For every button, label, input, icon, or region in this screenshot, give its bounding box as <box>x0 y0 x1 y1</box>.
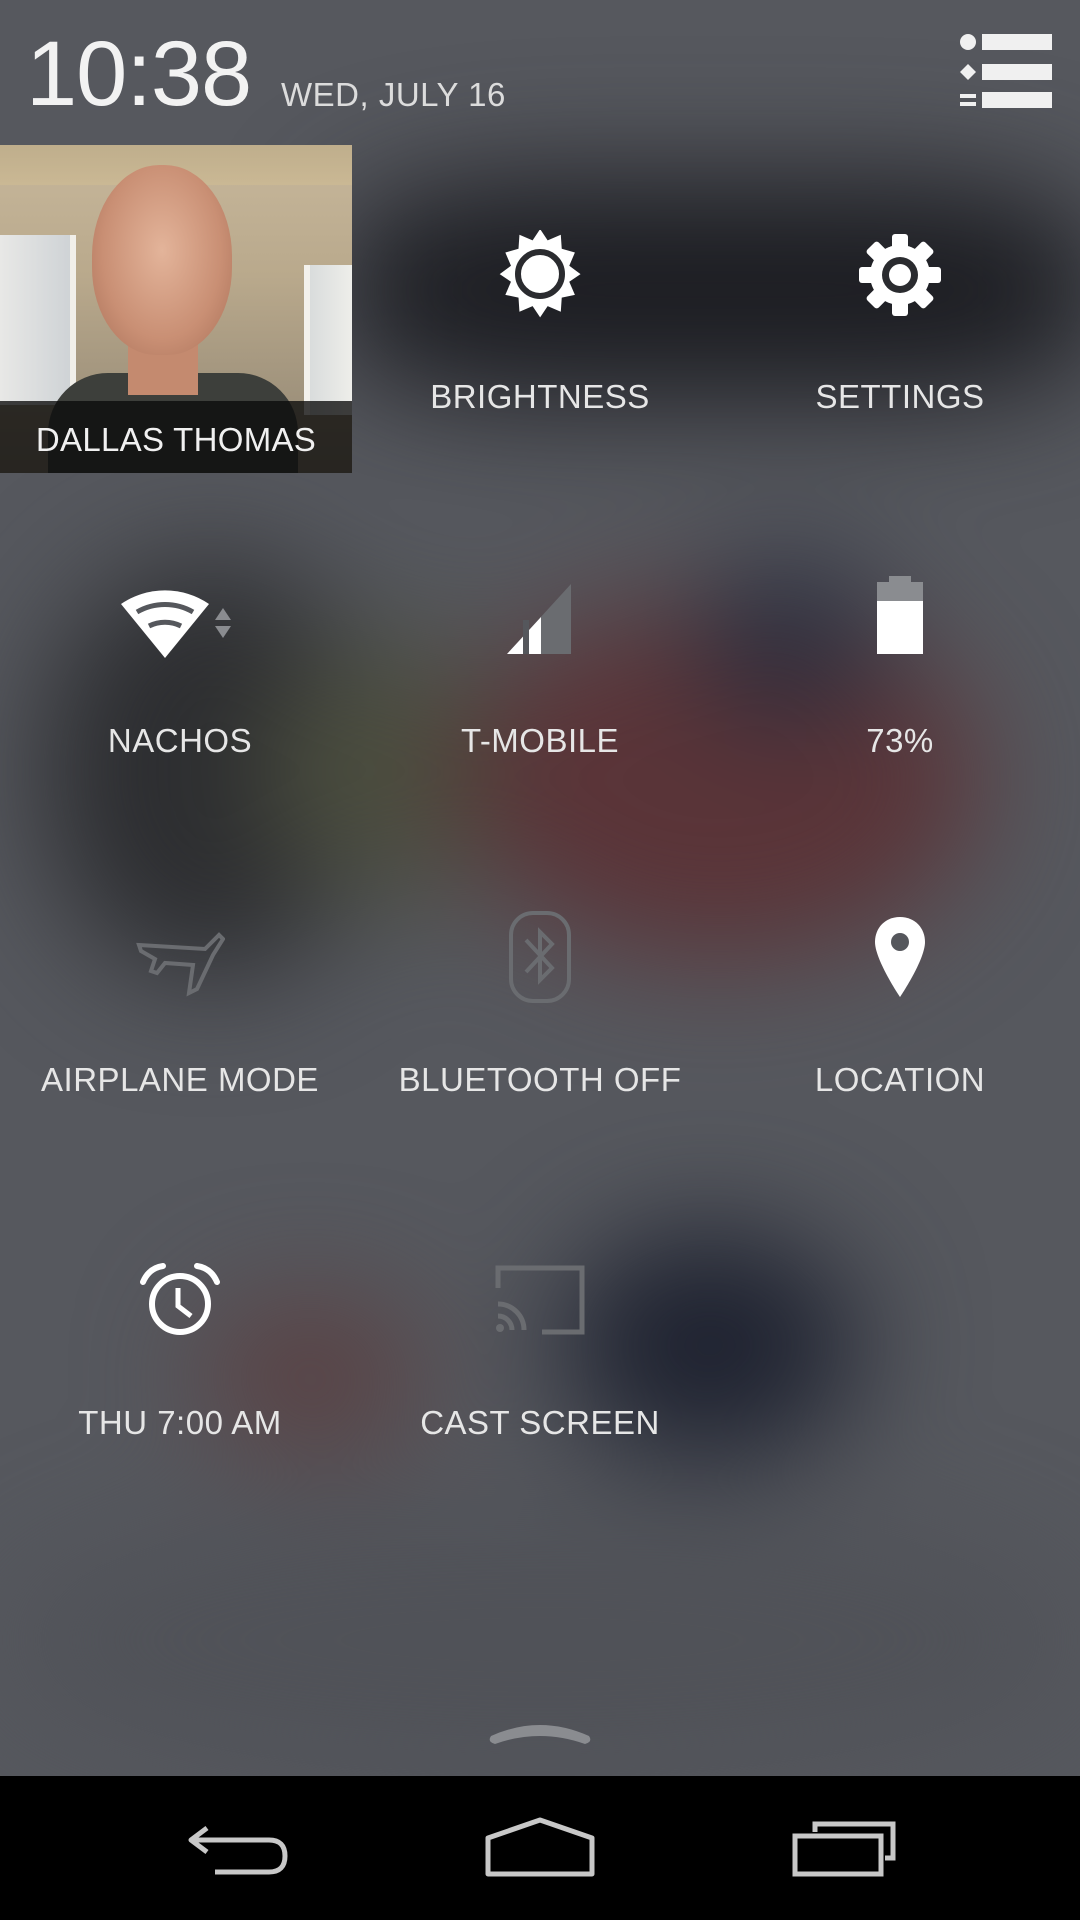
tile-cellular[interactable]: T-MOBILE <box>360 570 720 770</box>
tile-battery[interactable]: 73% <box>720 570 1080 770</box>
brightness-icon <box>499 230 581 318</box>
tile-label: BRIGHTNESS <box>430 378 650 415</box>
tile-label: THU 7:00 AM <box>78 1404 282 1441</box>
airplane-icon <box>136 932 225 997</box>
navigation-bar <box>0 1776 1080 1920</box>
notification-list-icon <box>960 34 1052 108</box>
tile-label: SETTINGS <box>815 378 985 415</box>
tile-bluetooth[interactable]: BLUETOOTH OFF <box>360 910 720 1110</box>
tile-label: BLUETOOTH OFF <box>398 1061 682 1098</box>
tile-label: CAST SCREEN <box>420 1404 660 1441</box>
tile-label: 73% <box>866 722 934 759</box>
tile-label: LOCATION <box>814 1061 986 1098</box>
bluetooth-icon <box>509 911 571 1003</box>
battery-icon <box>877 576 923 654</box>
status-header: 10:38 WED, JULY 16 <box>0 0 1080 140</box>
back-button[interactable] <box>140 1776 340 1920</box>
location-pin-icon <box>875 917 925 997</box>
collapse-handle[interactable] <box>485 1712 595 1746</box>
user-profile-tile[interactable]: DALLAS THOMAS <box>0 145 352 473</box>
signal-icon <box>507 584 571 654</box>
tile-label: T-MOBILE <box>460 722 620 759</box>
wifi-icon <box>121 590 231 658</box>
tile-location[interactable]: LOCATION <box>720 915 1080 1115</box>
tile-alarm[interactable]: THU 7:00 AM <box>0 1262 360 1462</box>
back-icon <box>188 1826 288 1875</box>
recents-button[interactable] <box>744 1776 944 1920</box>
alarm-clock-icon <box>140 1263 220 1335</box>
tile-settings[interactable]: SETTINGS <box>720 220 1080 420</box>
tile-label: NACHOS <box>107 722 253 759</box>
home-icon <box>485 1817 595 1877</box>
tile-wifi[interactable]: NACHOS <box>0 570 360 770</box>
user-name: DALLAS THOMAS <box>35 421 317 458</box>
tile-airplane-mode[interactable]: AIRPLANE MODE <box>0 915 360 1115</box>
tile-cast-screen[interactable]: CAST SCREEN <box>360 1262 720 1462</box>
cast-icon <box>495 1265 585 1335</box>
chevron-up-icon <box>489 1725 591 1744</box>
date-text[interactable]: WED, JULY 16 <box>281 76 506 114</box>
gear-icon <box>859 234 941 316</box>
home-button[interactable] <box>440 1776 640 1920</box>
notifications-toggle-button[interactable] <box>958 32 1053 112</box>
user-name-bar: DALLAS THOMAS <box>0 401 352 473</box>
quick-settings-panel: 10:38 WED, JULY 16 DALLAS THOMAS BRIGHTN… <box>0 0 1080 1920</box>
tile-label: AIRPLANE MODE <box>41 1061 319 1098</box>
recents-icon <box>792 1821 896 1877</box>
tile-brightness[interactable]: BRIGHTNESS <box>360 220 720 420</box>
clock-time[interactable]: 10:38 <box>26 22 252 127</box>
